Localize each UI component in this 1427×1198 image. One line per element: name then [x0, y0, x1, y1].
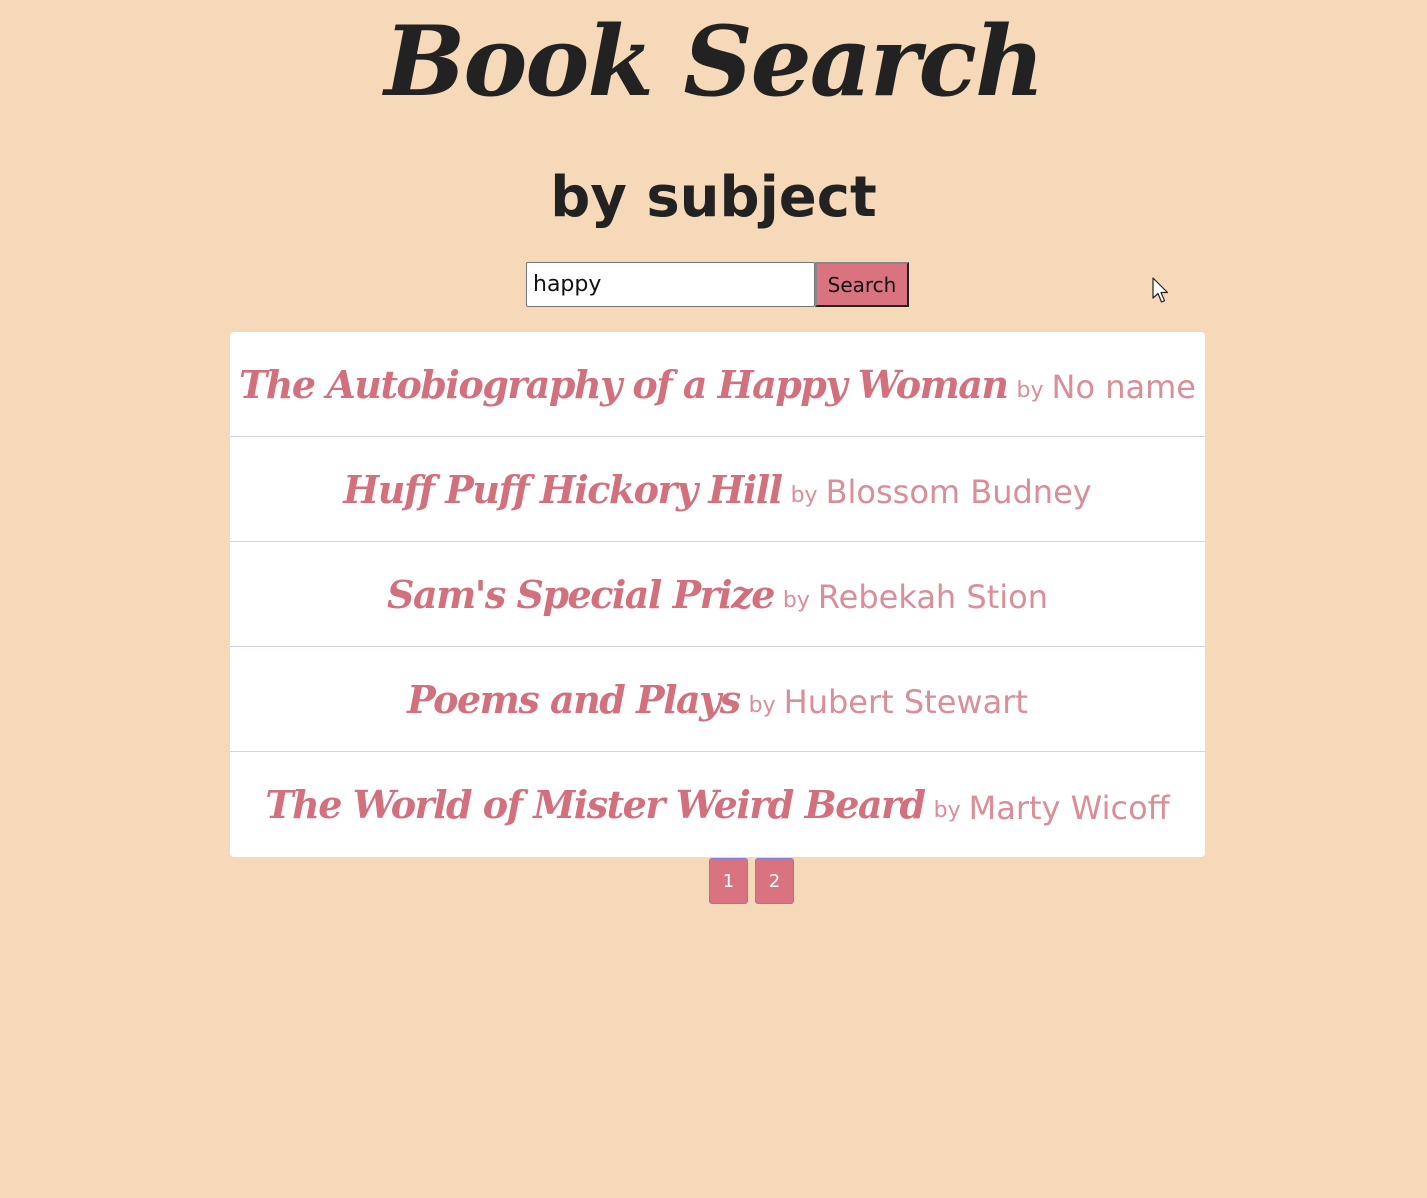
page-button-2[interactable]: 2 [755, 858, 794, 904]
list-item[interactable]: Huff Puff Hickory Hill by Blossom Budney [230, 437, 1205, 542]
book-author: No name [1051, 368, 1196, 406]
by-label: by [748, 692, 776, 718]
by-label: by [1016, 377, 1044, 403]
book-title[interactable]: Sam's Special Prize [387, 572, 775, 617]
app-title: Book Search [384, 5, 1045, 118]
list-item[interactable]: Sam's Special Prize by Rebekah Stion [230, 542, 1205, 647]
book-title[interactable]: The World of Mister Weird Beard [265, 782, 926, 827]
by-label: by [790, 482, 818, 508]
book-author: Blossom Budney [825, 473, 1092, 511]
book-author: Rebekah Stion [817, 578, 1048, 616]
page-button-1[interactable]: 1 [709, 858, 748, 904]
results-list: The Autobiography of a Happy Woman by No… [230, 332, 1205, 857]
list-item[interactable]: Poems and Plays by Hubert Stewart [230, 647, 1205, 752]
by-label: by [933, 798, 961, 823]
book-title[interactable]: Poems and Plays [407, 677, 741, 722]
search-form: Search [526, 262, 909, 307]
list-item[interactable]: The Autobiography of a Happy Woman by No… [230, 332, 1205, 437]
by-label: by [782, 587, 810, 613]
book-title[interactable]: Huff Puff Hickory Hill [343, 467, 783, 512]
page-subtitle: by subject [550, 165, 877, 230]
mouse-pointer-icon [1152, 277, 1169, 303]
book-author: Hubert Stewart [783, 683, 1028, 721]
book-author: Marty Wicoff [968, 788, 1170, 827]
search-button[interactable]: Search [815, 262, 909, 307]
book-title[interactable]: The Autobiography of a Happy Woman [239, 362, 1009, 407]
list-item[interactable]: The World of Mister Weird Beard by Marty… [230, 752, 1205, 857]
search-input[interactable] [526, 262, 815, 307]
pagination: 1 2 [709, 858, 794, 904]
